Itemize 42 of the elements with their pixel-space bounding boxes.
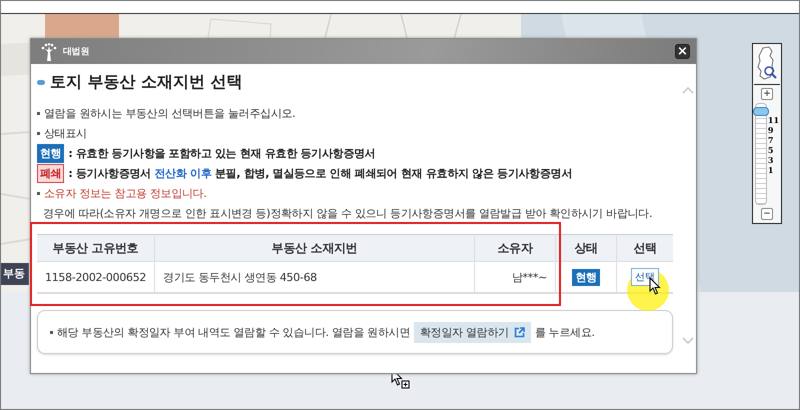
title-marker-icon bbox=[37, 80, 45, 85]
zoom-level-label: 7 bbox=[768, 135, 774, 145]
view-date-button[interactable]: 확정일자 열람하기 bbox=[414, 322, 531, 342]
table-cell: 1158-2002-000652 bbox=[37, 262, 155, 293]
owner-warning: 소유자 정보는 참고용 정보입니다. bbox=[44, 186, 207, 200]
bullet-icon bbox=[50, 330, 53, 334]
legend-description: : 유효한 등기사항을 포함하고 있는 현재 유효한 등기사항증명서 bbox=[68, 146, 376, 160]
zoom-level-label: 11 bbox=[768, 115, 780, 125]
zoom-level-label: 9 bbox=[768, 125, 774, 135]
tree-logo-icon bbox=[39, 42, 59, 60]
column-header: 부동산 고유번호 bbox=[37, 234, 155, 262]
zoom-level-label: 1 bbox=[768, 165, 774, 175]
status-badge: 폐쇄 bbox=[37, 164, 64, 182]
zoom-slider-thumb[interactable] bbox=[752, 106, 769, 116]
legend-heading: 상태표시 bbox=[44, 126, 87, 140]
status-badge: 현행 bbox=[37, 144, 64, 162]
side-tab[interactable]: 부동 bbox=[1, 263, 29, 285]
close-button[interactable]: × bbox=[675, 44, 690, 59]
status-badge: 현행 bbox=[572, 268, 600, 286]
table-cell: 경기도 동두천시 생연동 450-68 bbox=[154, 262, 474, 293]
bullet-icon bbox=[37, 192, 40, 194]
column-header: 선택 bbox=[616, 234, 673, 262]
map-search-icon[interactable] bbox=[754, 44, 780, 85]
zoom-out-button[interactable]: − bbox=[761, 208, 773, 220]
column-header: 부동산 소재지번 bbox=[154, 234, 474, 262]
zoom-in-button[interactable]: + bbox=[761, 88, 773, 100]
zoom-level-label: 3 bbox=[768, 155, 774, 165]
bullet-icon bbox=[37, 112, 40, 114]
brand-name: 대법원 bbox=[63, 46, 90, 58]
instruction-text: 열람을 원하시는 부동산의 선택버튼을 눌러주십시오. bbox=[44, 106, 296, 120]
table-cell: 남***~ bbox=[474, 262, 556, 293]
zoom-level-label: 5 bbox=[768, 145, 774, 155]
column-header: 상태 bbox=[556, 234, 616, 262]
dialog-title: 토지 부동산 소재지번 선택 bbox=[50, 72, 243, 93]
bullet-icon bbox=[37, 132, 40, 134]
legend-description: : 등기사항증명서 전산화 이후 분필, 합병, 멸실등으로 인해 폐쇄되어 현재 유효하지 않은 등기사항증명서 bbox=[68, 166, 572, 180]
note-text: 를 누르세요. bbox=[534, 324, 595, 340]
external-link-icon bbox=[514, 326, 525, 338]
warning-detail: 경우에 따라(소유자 개명으로 인한 표시변경 등)정확하지 않을 수 있으니 등기사항증명서를 열람발급 받아 확인하시기 바랍니다. bbox=[43, 206, 652, 220]
column-header: 소유자 bbox=[474, 234, 556, 262]
note-text: 해당 부동산의 확정일자 부여 내역도 열람할 수 있습니다. 열람을 원하시면 bbox=[57, 324, 410, 340]
select-button[interactable]: 선택 bbox=[631, 268, 659, 286]
